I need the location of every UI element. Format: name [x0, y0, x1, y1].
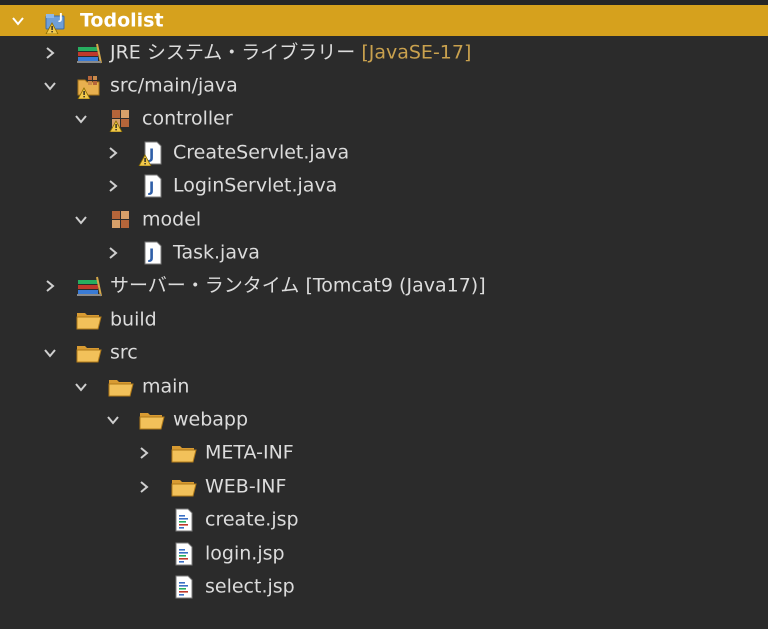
package-icon — [107, 207, 135, 233]
tree-item-build[interactable]: build — [0, 303, 768, 336]
tree-item-label: webapp — [173, 408, 249, 431]
tree-item-label: Task.java — [173, 241, 260, 264]
jsp-file-icon — [170, 574, 198, 600]
svg-text:J: J — [148, 247, 154, 263]
chevron-down-icon[interactable] — [41, 77, 59, 95]
tree-item-label: select.jsp — [205, 575, 295, 598]
tree-item-jre-library[interactable]: JRE システム・ライブラリー [JavaSE-17] — [0, 36, 768, 69]
svg-text:J: J — [58, 12, 63, 23]
jsp-file-icon — [170, 541, 198, 567]
tree-item-createservlet-java[interactable]: J CreateServlet.java — [0, 136, 768, 169]
tree-item-label: create.jsp — [205, 508, 299, 531]
tree-item-label: main — [142, 375, 190, 398]
jsp-file-icon — [170, 507, 198, 533]
package-warning-icon — [107, 106, 135, 133]
chevron-down-icon[interactable] — [72, 211, 90, 229]
tree-item-label: META-INF — [205, 441, 294, 464]
tree-item-main[interactable]: main — [0, 370, 768, 403]
tree-item-task-java[interactable]: J Task.java — [0, 236, 768, 269]
tree-item-label: LoginServlet.java — [173, 174, 338, 197]
tree-item-src[interactable]: src — [0, 337, 768, 370]
folder-open-icon — [138, 407, 166, 433]
chevron-right-icon[interactable] — [135, 444, 153, 462]
tree-item-login-jsp[interactable]: login.jsp — [0, 537, 768, 570]
tree-item-label: サーバー・ランタイム [Tomcat9 (Java17)] — [110, 274, 486, 297]
chevron-right-icon[interactable] — [41, 277, 59, 295]
folder-open-icon — [107, 374, 135, 400]
java-file-warning-icon: J — [138, 140, 166, 166]
tree-item-web-inf[interactable]: WEB-INF — [0, 470, 768, 503]
library-icon — [75, 40, 103, 66]
tree-item-select-jsp[interactable]: select.jsp — [0, 570, 768, 603]
tree-item-create-jsp[interactable]: create.jsp — [0, 503, 768, 536]
tree-item-label: WEB-INF — [205, 475, 287, 498]
chevron-down-icon[interactable] — [104, 411, 122, 429]
chevron-right-icon[interactable] — [104, 144, 122, 162]
chevron-right-icon[interactable] — [135, 478, 153, 496]
tree-item-label: JRE システム・ライブラリー — [110, 41, 356, 64]
tree-item-src-main-java[interactable]: src/main/java — [0, 69, 768, 102]
java-file-icon: J — [138, 173, 166, 199]
folder-open-icon — [170, 474, 198, 500]
tree-item-todolist[interactable]: J Todolist — [0, 5, 768, 36]
svg-text:J: J — [148, 180, 154, 196]
tree-item-webapp[interactable]: webapp — [0, 403, 768, 436]
chevron-down-icon[interactable] — [72, 110, 90, 128]
jre-version-decoration: [JavaSE-17] — [361, 41, 472, 64]
project-warning-icon: J — [43, 8, 71, 34]
tree-item-label: Todolist — [80, 9, 164, 31]
source-folder-warning-icon — [75, 73, 103, 100]
tree-item-loginservlet-java[interactable]: J LoginServlet.java — [0, 170, 768, 203]
chevron-down-icon[interactable] — [41, 344, 59, 362]
folder-open-icon — [170, 440, 198, 466]
tree-item-meta-inf[interactable]: META-INF — [0, 437, 768, 470]
tree-item-label: CreateServlet.java — [173, 141, 350, 164]
tree-item-label: build — [110, 308, 157, 331]
chevron-down-icon[interactable] — [72, 378, 90, 396]
chevron-down-icon[interactable] — [9, 12, 27, 30]
tree-item-controller[interactable]: controller — [0, 103, 768, 136]
folder-open-icon — [75, 340, 103, 366]
tree-item-label: login.jsp — [205, 542, 285, 565]
chevron-right-icon[interactable] — [104, 177, 122, 195]
tree-item-label: src — [110, 341, 138, 364]
chevron-right-icon[interactable] — [104, 244, 122, 262]
tree-item-label: src/main/java — [110, 74, 238, 97]
chevron-right-icon[interactable] — [41, 44, 59, 62]
tree-item-model[interactable]: model — [0, 203, 768, 236]
project-explorer-tree: J Todolist JRE システム・ライブラリー [JavaSE-17] s… — [0, 5, 768, 604]
tree-item-label: model — [142, 208, 202, 231]
tree-item-server-runtime[interactable]: サーバー・ランタイム [Tomcat9 (Java17)] — [0, 270, 768, 303]
svg-text:J: J — [148, 147, 154, 163]
library-icon — [75, 273, 103, 299]
tree-item-label: controller — [142, 107, 233, 130]
folder-open-icon — [75, 307, 103, 333]
java-file-icon: J — [138, 240, 166, 266]
